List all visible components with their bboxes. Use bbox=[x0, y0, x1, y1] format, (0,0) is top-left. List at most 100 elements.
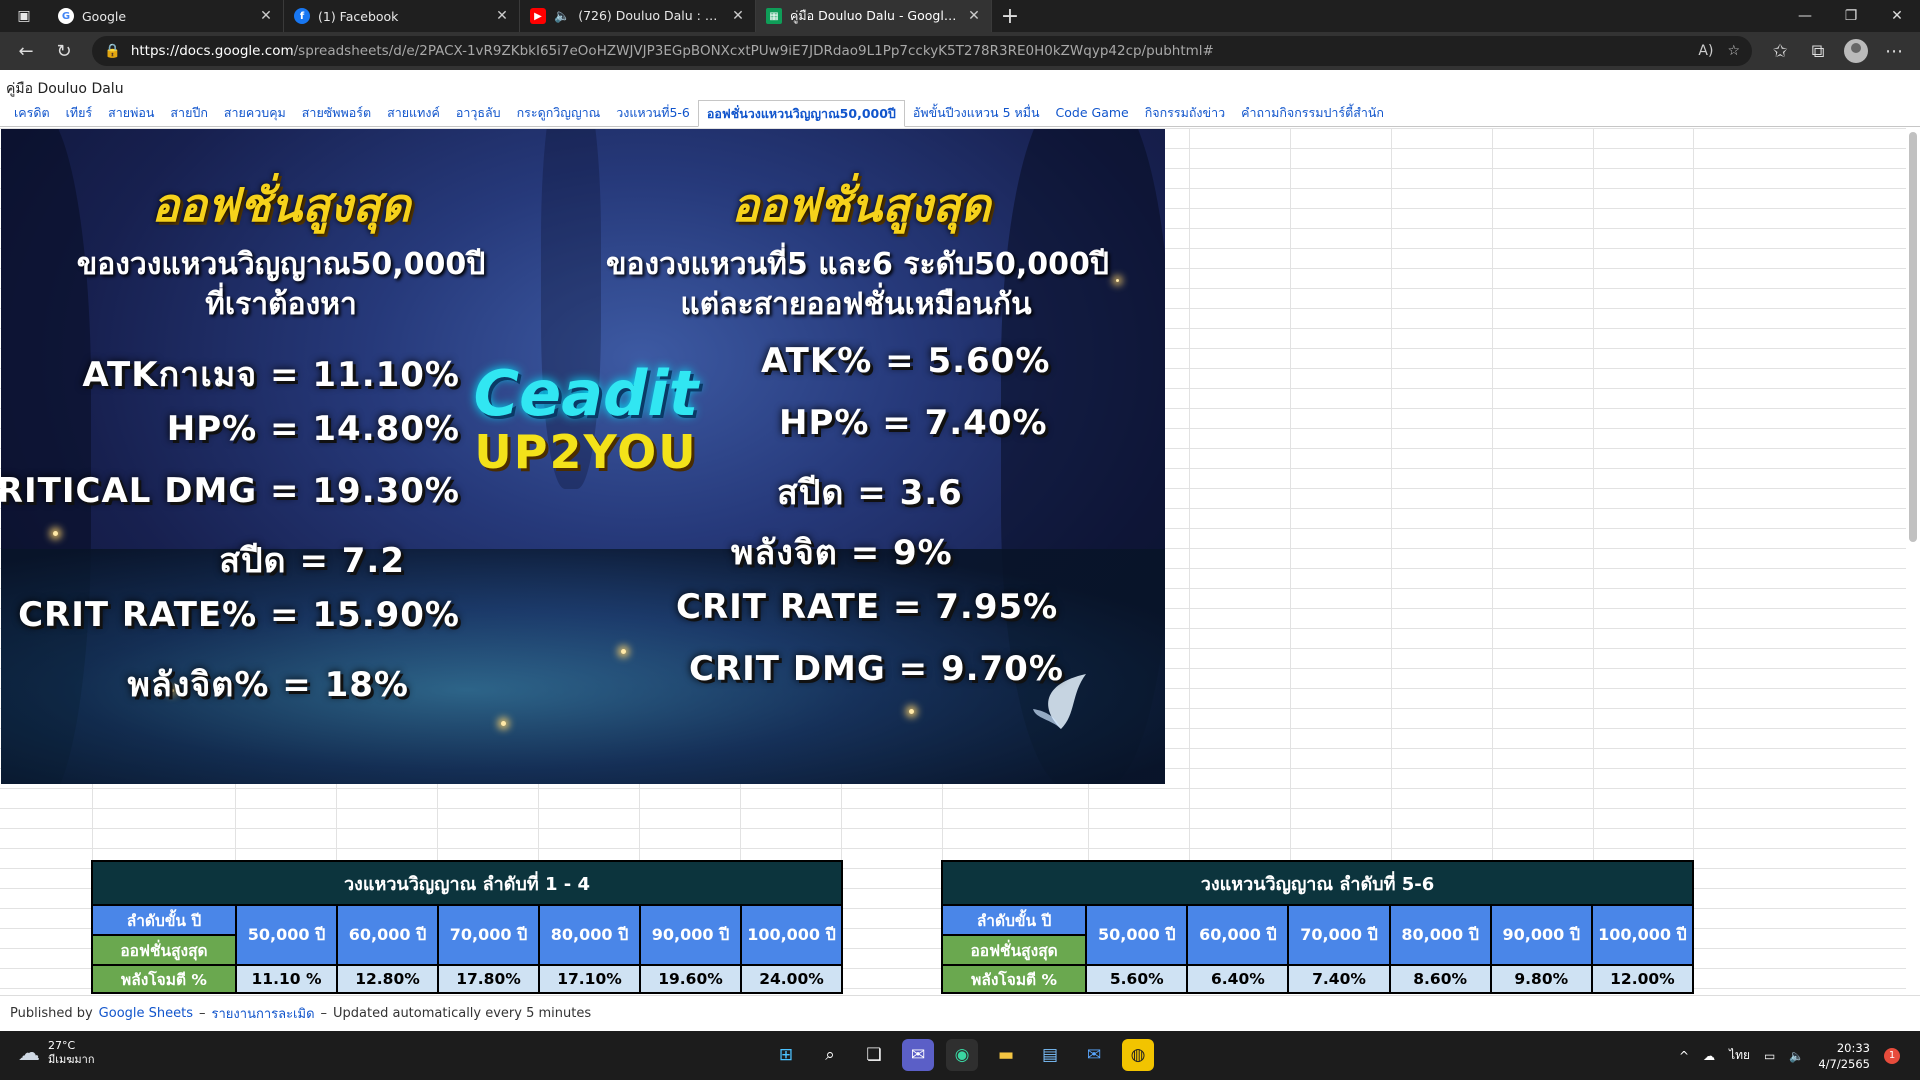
weather-widget[interactable]: ☁ 27°C มีเมฆมาก bbox=[18, 1039, 95, 1067]
browser-tab-strip: ▣ G Google ✕ f (1) Facebook ✕ ▶ 🔈 (726) … bbox=[0, 0, 1920, 32]
lock-icon[interactable]: 🔒 bbox=[104, 43, 121, 59]
close-tab-icon[interactable]: ✕ bbox=[495, 8, 509, 24]
browser-tab-google[interactable]: G Google ✕ bbox=[48, 0, 284, 32]
sheet-tab[interactable]: กระดูกวิญญาณ bbox=[509, 100, 609, 126]
language-indicator[interactable]: ไทย bbox=[1729, 1046, 1750, 1065]
sheet-tab[interactable]: สายปีก bbox=[162, 100, 215, 126]
url-path: /spreadsheets/d/e/2PACX-1vR9ZKbkI65i7eOo… bbox=[293, 43, 1214, 59]
year-cell: 50,000 ปี bbox=[1085, 904, 1189, 966]
left-stat-crit-rate: CRIT RATE% = 15.90% bbox=[18, 595, 460, 635]
browser-tab-sheets[interactable]: ▦ คู่มือ Douluo Dalu - Google ไดรฟ์ ✕ bbox=[756, 0, 992, 32]
sheet-tab[interactable]: เครดิต bbox=[6, 100, 58, 126]
network-icon[interactable]: ▭ bbox=[1764, 1049, 1775, 1063]
tab-title: (1) Facebook bbox=[318, 8, 399, 24]
sheet-tab[interactable]: อัพขั้นปีวงแหวน 5 หมื่น bbox=[905, 100, 1048, 126]
vertical-scrollbar[interactable] bbox=[1909, 132, 1917, 542]
right-stat-crit-dmg: CRIT DMG = 9.70% bbox=[689, 649, 1064, 689]
right-stat-crit-rate: CRIT RATE = 7.95% bbox=[676, 587, 1059, 627]
refresh-icon[interactable]: ↻ bbox=[48, 35, 80, 67]
address-bar[interactable]: 🔒 https://docs.google.com/spreadsheets/d… bbox=[92, 36, 1752, 66]
row-label-attack: พลังโจมตี % bbox=[91, 964, 237, 994]
search-icon[interactable]: ⌕ bbox=[814, 1039, 846, 1071]
table-header: วงแหวนวิญญาณ ลำดับที่ 1 - 4 bbox=[91, 860, 843, 906]
year-cell: 70,000 ปี bbox=[437, 904, 540, 966]
update-frequency-text: Updated automatically every 5 minutes bbox=[333, 1006, 592, 1021]
sheet-tab[interactable]: สายซัพพอร์ต bbox=[294, 100, 379, 126]
row-label-years: ลำดับขั้น ปี bbox=[91, 904, 237, 936]
published-by-text: Published by bbox=[10, 1006, 93, 1021]
ring-table-1-4: วงแหวนวิญญาณ ลำดับที่ 1 - 4 ลำดับขั้น ปี… bbox=[91, 860, 843, 994]
value-cell: 12.80% bbox=[336, 964, 439, 994]
sheet-tab[interactable]: Code Game bbox=[1048, 100, 1137, 126]
edge-icon[interactable]: ◉ bbox=[946, 1039, 978, 1071]
chat-icon[interactable]: ✉ bbox=[902, 1039, 934, 1071]
store-icon[interactable]: ▤ bbox=[1034, 1039, 1066, 1071]
close-tab-icon[interactable]: ✕ bbox=[967, 8, 981, 24]
sheet-tab[interactable]: สายพ่อน bbox=[100, 100, 162, 126]
right-banner-subtitle-2: แต่ละสายออฟชั่นเหมือนกัน bbox=[680, 287, 1032, 322]
year-cell: 60,000 ปี bbox=[336, 904, 439, 966]
left-stat-hp: HP% = 14.80% bbox=[166, 409, 460, 449]
sheet-tab[interactable]: สายควบคุม bbox=[216, 100, 294, 126]
document-title: คู่มือ Douluo Dalu bbox=[6, 81, 124, 97]
right-stat-speed: สปีด = 3.6 bbox=[777, 473, 963, 513]
add-favorite-icon[interactable]: ☆ bbox=[1727, 43, 1740, 59]
restore-icon[interactable]: ❐ bbox=[1828, 0, 1874, 32]
value-cell: 24.00% bbox=[740, 964, 843, 994]
year-cell: 100,000 ปี bbox=[740, 904, 843, 966]
start-icon[interactable]: ⊞ bbox=[770, 1039, 802, 1071]
value-cell: 17.80% bbox=[437, 964, 540, 994]
right-stat-atk: ATK% = 5.60% bbox=[761, 341, 1051, 381]
task-view-icon[interactable]: ❏ bbox=[858, 1039, 890, 1071]
left-stat-atk: ATKกาเมจ = 11.10% bbox=[82, 355, 460, 395]
profile-button[interactable] bbox=[1840, 35, 1872, 67]
notification-badge[interactable]: 1 bbox=[1884, 1047, 1900, 1064]
year-cell: 90,000 ปี bbox=[1489, 904, 1593, 966]
weather-condition: มีเมฆมาก bbox=[48, 1053, 95, 1066]
collections-icon[interactable]: ⧉ bbox=[1802, 35, 1834, 67]
left-stat-crit-dmg: CRITICAL DMG = 19.30% bbox=[1, 471, 460, 511]
volume-icon[interactable]: 🔈 bbox=[1789, 1049, 1804, 1063]
banner-image: ออฟชั่นสูงสุด ของวงแหวนวิญญาณ50,000ปี ที… bbox=[1, 129, 1165, 784]
year-cell: 100,000 ปี bbox=[1590, 904, 1695, 966]
left-stat-psychic: พลังจิต% = 18% bbox=[127, 665, 409, 705]
file-explorer-icon[interactable]: ▬ bbox=[990, 1039, 1022, 1071]
chevron-up-icon[interactable]: ^ bbox=[1679, 1049, 1689, 1063]
more-menu-icon[interactable]: ⋯ bbox=[1878, 35, 1910, 67]
mail-icon[interactable]: ✉ bbox=[1078, 1039, 1110, 1071]
clock[interactable]: 20:33 4/7/2565 bbox=[1818, 1040, 1870, 1072]
browser-tab-youtube[interactable]: ▶ 🔈 (726) Douluo Dalu : สัประยุทธ ✕ bbox=[520, 0, 756, 32]
value-cell: 5.60% bbox=[1085, 964, 1189, 994]
value-cell: 6.40% bbox=[1186, 964, 1290, 994]
right-stat-psychic: พลังจิต = 9% bbox=[731, 533, 953, 573]
sheet-tab[interactable]: กิจกรรมถังข่าว bbox=[1137, 100, 1233, 126]
close-window-icon[interactable]: ✕ bbox=[1874, 0, 1920, 32]
tab-title: (726) Douluo Dalu : สัประยุทธ bbox=[578, 8, 723, 23]
close-tab-icon[interactable]: ✕ bbox=[731, 8, 745, 24]
minimize-icon[interactable]: — bbox=[1782, 0, 1828, 32]
report-abuse-link[interactable]: รายงานการละเมิด bbox=[212, 1003, 315, 1024]
separator: – bbox=[320, 1006, 328, 1021]
sheet-tab[interactable]: วงแหวนที่5-6 bbox=[608, 100, 698, 126]
tab-actions-icon[interactable]: ▣ bbox=[0, 0, 48, 32]
tab-title: คู่มือ Douluo Dalu - Google ไดรฟ์ bbox=[790, 8, 959, 23]
favorites-icon[interactable]: ✩ bbox=[1764, 35, 1796, 67]
new-tab-button[interactable]: + bbox=[992, 0, 1028, 32]
onedrive-icon[interactable]: ☁ bbox=[1703, 1049, 1715, 1063]
sheet-tab[interactable]: ออฟชั่นวงแหวนวิญญาณ50,000ปี bbox=[697, 100, 905, 127]
close-tab-icon[interactable]: ✕ bbox=[259, 8, 273, 24]
google-sheets-link[interactable]: Google Sheets bbox=[99, 1006, 193, 1021]
kakaotalk-icon[interactable]: ◍ bbox=[1122, 1039, 1154, 1071]
sheet-tab[interactable]: คำถามกิจกรรมปาร์ตี้สำนัก bbox=[1233, 100, 1392, 126]
up2you-logo: UP2YOU bbox=[474, 425, 698, 479]
sheet-tab[interactable]: เทียร์ bbox=[58, 100, 101, 126]
tab-title: Google bbox=[82, 8, 127, 24]
sheet-tab[interactable]: อาวุธลับ bbox=[448, 100, 509, 126]
sheet-tab[interactable]: สายแทงค์ bbox=[379, 100, 448, 126]
browser-tab-facebook[interactable]: f (1) Facebook ✕ bbox=[284, 0, 520, 32]
read-aloud-icon[interactable]: A) bbox=[1698, 43, 1713, 59]
row-label-years: ลำดับขั้น ปี bbox=[940, 904, 1088, 936]
speaker-icon[interactable]: 🔈 bbox=[554, 9, 570, 24]
back-icon[interactable]: ← bbox=[10, 35, 42, 67]
cloud-icon: ☁ bbox=[18, 1040, 40, 1066]
